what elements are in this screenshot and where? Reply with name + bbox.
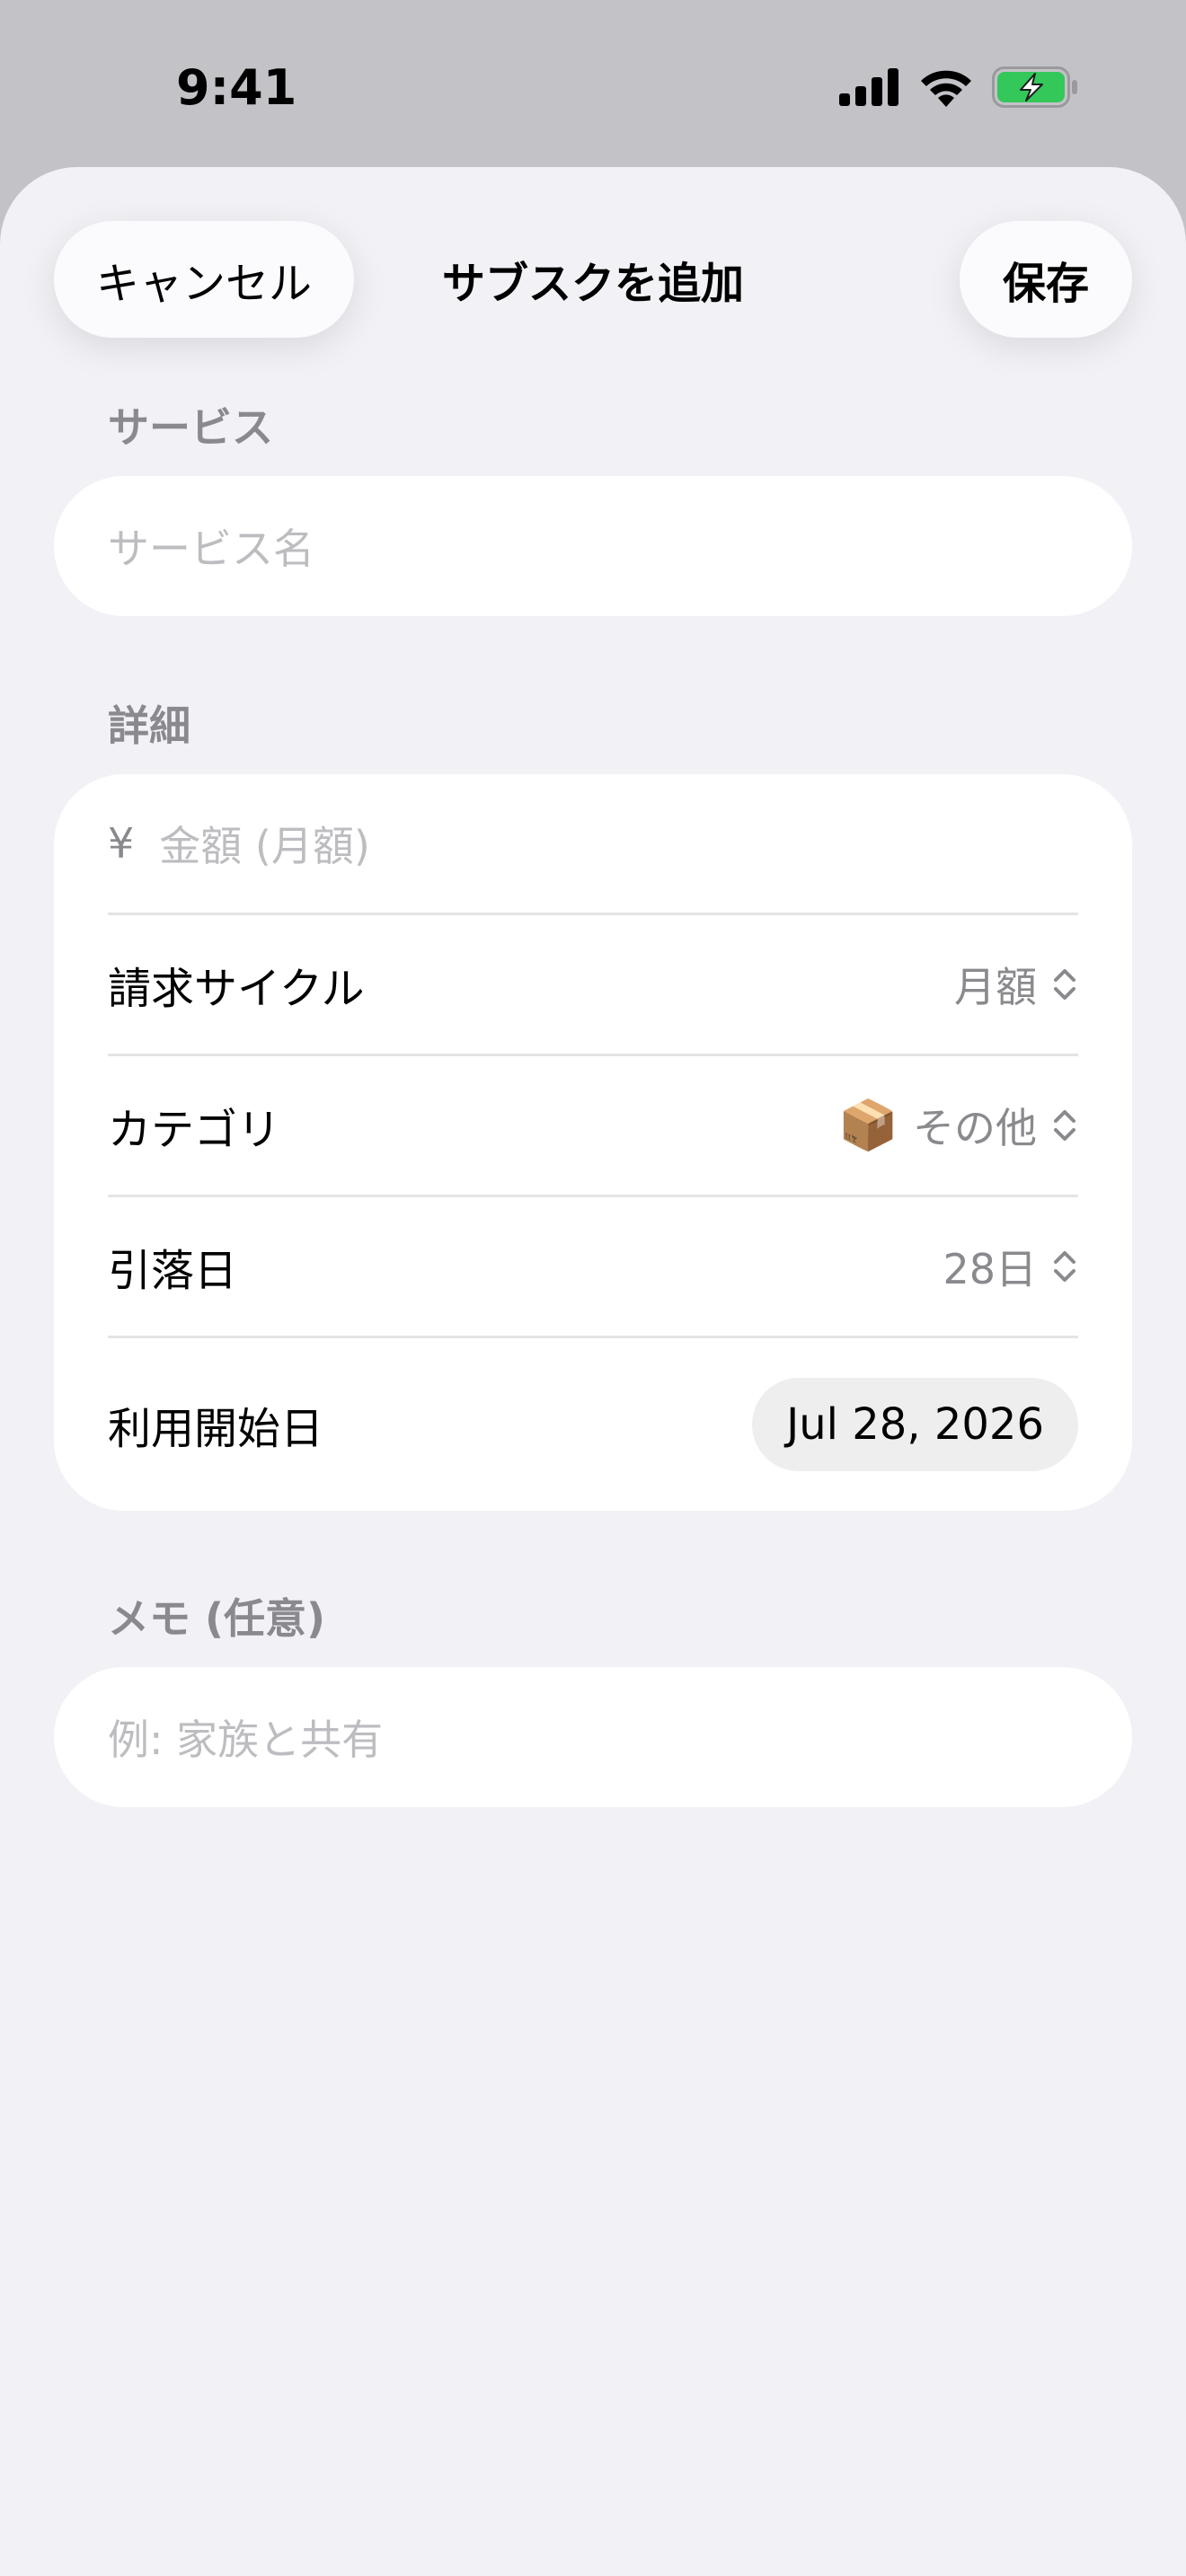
billing-cycle-value: 月額 — [954, 963, 1037, 1011]
section-header-service: サービス — [108, 403, 273, 452]
payment-day-value: 28日 — [943, 1245, 1037, 1293]
service-name-input[interactable]: サービス名 — [54, 476, 1132, 616]
payment-day-picker[interactable]: 28日 — [943, 1237, 1078, 1296]
wifi-icon — [921, 70, 971, 107]
currency-symbol: ¥ — [108, 819, 135, 868]
payment-day-label: 引落日 — [108, 1246, 238, 1296]
category-picker[interactable]: 📦 その他 — [838, 1096, 1078, 1155]
chevron-up-down-icon — [1054, 1110, 1075, 1141]
section-header-details: 詳細 — [108, 701, 190, 750]
category-row[interactable]: カテゴリ 📦 その他 — [108, 1056, 1078, 1195]
billing-cycle-picker[interactable]: 月額 — [954, 955, 1078, 1014]
memo-input[interactable]: 例: 家族と共有 — [54, 1667, 1132, 1807]
section-header-memo: メモ (任意) — [108, 1594, 326, 1643]
cancel-button[interactable]: キャンセル — [54, 221, 354, 338]
category-value: その他 — [913, 1104, 1037, 1152]
status-bar: 9:41 — [0, 0, 1186, 167]
nav-bar: サブスクを追加 キャンセル 保存 — [0, 221, 1186, 338]
memo-placeholder: 例: 家族と共有 — [108, 1716, 384, 1764]
save-button[interactable]: 保存 — [960, 221, 1132, 338]
amount-input[interactable]: ¥ 金額 (月額) — [108, 774, 1078, 913]
payment-day-row[interactable]: 引落日 28日 — [108, 1197, 1078, 1336]
battery-charging-icon — [992, 66, 1077, 108]
status-icons — [839, 66, 1078, 108]
billing-cycle-row[interactable]: 請求サイクル 月額 — [108, 915, 1078, 1054]
service-name-placeholder: サービス名 — [108, 525, 314, 573]
chevron-up-down-icon — [1054, 1251, 1075, 1282]
billing-cycle-label: 請求サイクル — [108, 964, 365, 1014]
status-time: 9:41 — [176, 59, 297, 116]
package-icon: 📦 — [837, 1097, 898, 1153]
details-card: ¥ 金額 (月額) 請求サイクル 月額 カテゴリ 📦 その他 引落日 28日 利… — [54, 774, 1132, 1511]
add-subscription-sheet: サブスクを追加 キャンセル 保存 サービス サービス名 詳細 ¥ 金額 (月額)… — [0, 167, 1186, 2576]
amount-placeholder: 金額 (月額) — [159, 822, 370, 870]
category-label: カテゴリ — [108, 1105, 281, 1155]
start-date-label: 利用開始日 — [108, 1404, 324, 1454]
start-date-picker[interactable]: Jul 28, 2026 — [752, 1378, 1078, 1471]
cellular-signal-icon — [839, 68, 898, 106]
chevron-up-down-icon — [1054, 969, 1075, 1000]
start-date-row: 利用開始日 Jul 28, 2026 — [108, 1338, 1078, 1511]
